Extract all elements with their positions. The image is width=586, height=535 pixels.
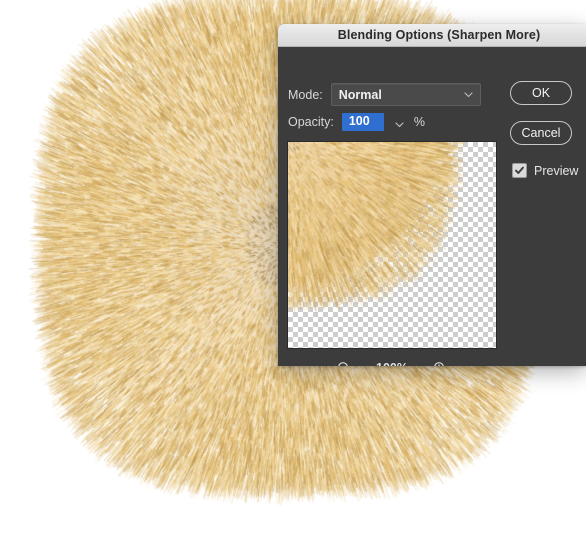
mode-selected-value: Normal bbox=[338, 87, 382, 102]
chevron-down-icon bbox=[464, 90, 473, 99]
dialog-body: Mode: Normal Opacity: 100 % OK Cancel Pr… bbox=[278, 47, 586, 366]
mode-dropdown[interactable]: Normal bbox=[330, 83, 481, 106]
opacity-unit-label: % bbox=[413, 115, 425, 129]
zoom-controls: 100% bbox=[287, 357, 497, 366]
cancel-button[interactable]: Cancel bbox=[510, 121, 572, 145]
preview-checkbox-row[interactable]: Preview bbox=[512, 163, 578, 178]
opacity-row: Opacity: 100 % bbox=[288, 113, 425, 131]
mode-label: Mode: bbox=[288, 87, 323, 102]
opacity-label: Opacity: bbox=[288, 115, 334, 129]
zoom-level-label: 100% bbox=[353, 361, 431, 366]
preview-thumbnail[interactable] bbox=[287, 141, 497, 349]
mode-row: Mode: Normal bbox=[288, 83, 481, 106]
opacity-stepper-chevron-icon[interactable] bbox=[394, 117, 405, 128]
preview-checkbox[interactable] bbox=[512, 163, 527, 178]
checkmark-icon bbox=[515, 166, 524, 174]
preview-label: Preview bbox=[534, 163, 579, 178]
dialog-title: Blending Options (Sharpen More) bbox=[337, 28, 541, 42]
opacity-input[interactable]: 100 bbox=[341, 113, 384, 131]
dialog-titlebar[interactable]: Blending Options (Sharpen More) bbox=[278, 24, 586, 47]
ok-button[interactable]: OK bbox=[510, 81, 572, 105]
magnifier-plus-icon[interactable] bbox=[431, 359, 449, 366]
blending-options-dialog: Blending Options (Sharpen More) Mode: No… bbox=[278, 24, 586, 366]
magnifier-minus-icon[interactable] bbox=[335, 359, 353, 366]
preview-image bbox=[288, 142, 496, 348]
